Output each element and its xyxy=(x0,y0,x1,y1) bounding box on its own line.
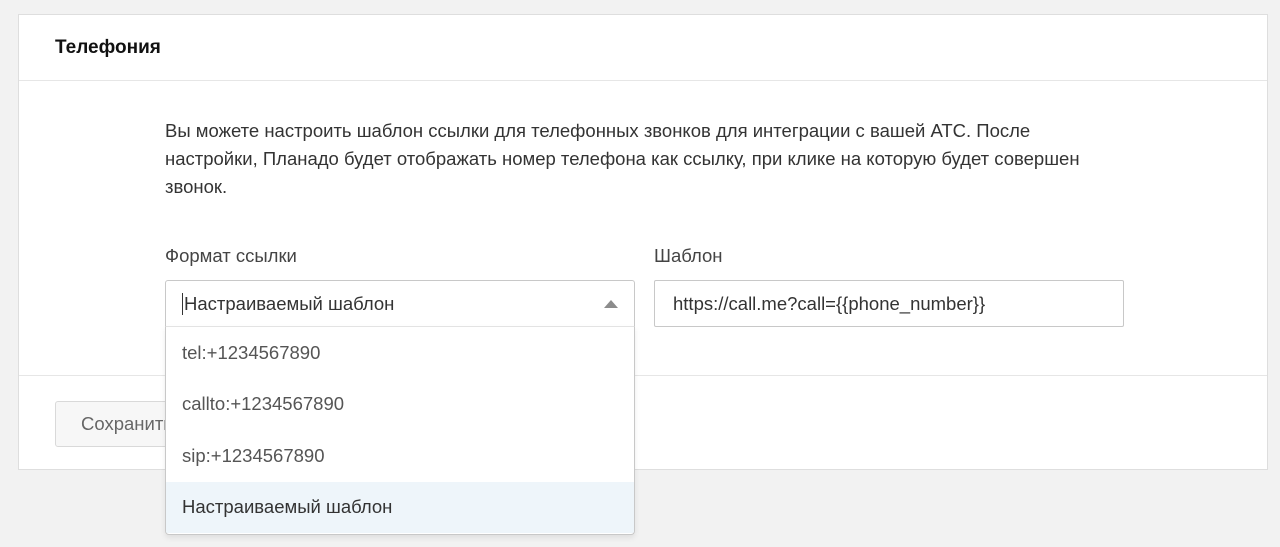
dropdown-option-custom-template[interactable]: Настраиваемый шаблон xyxy=(166,481,634,533)
link-format-label: Формат ссылки xyxy=(165,245,297,266)
card-title: Телефония xyxy=(55,36,161,58)
template-label: Шаблон xyxy=(654,245,723,266)
chevron-up-icon[interactable] xyxy=(604,300,618,308)
telephony-description: Вы можете настроить шаблон ссылки для те… xyxy=(165,120,1080,197)
card-header: Телефония xyxy=(19,15,1267,81)
dropdown-option-tel[interactable]: tel:+1234567890 xyxy=(166,327,634,379)
dropdown-option-callto[interactable]: callto:+1234567890 xyxy=(166,379,634,431)
link-format-selected-value: Настраиваемый шаблон xyxy=(184,293,395,314)
link-format-dropdown: tel:+1234567890 callto:+1234567890 sip:+… xyxy=(165,326,635,535)
template-input[interactable] xyxy=(654,280,1124,327)
text-cursor xyxy=(182,293,183,315)
dropdown-option-sip[interactable]: sip:+1234567890 xyxy=(166,430,634,482)
link-format-select[interactable]: Настраиваемый шаблон xyxy=(165,280,635,327)
